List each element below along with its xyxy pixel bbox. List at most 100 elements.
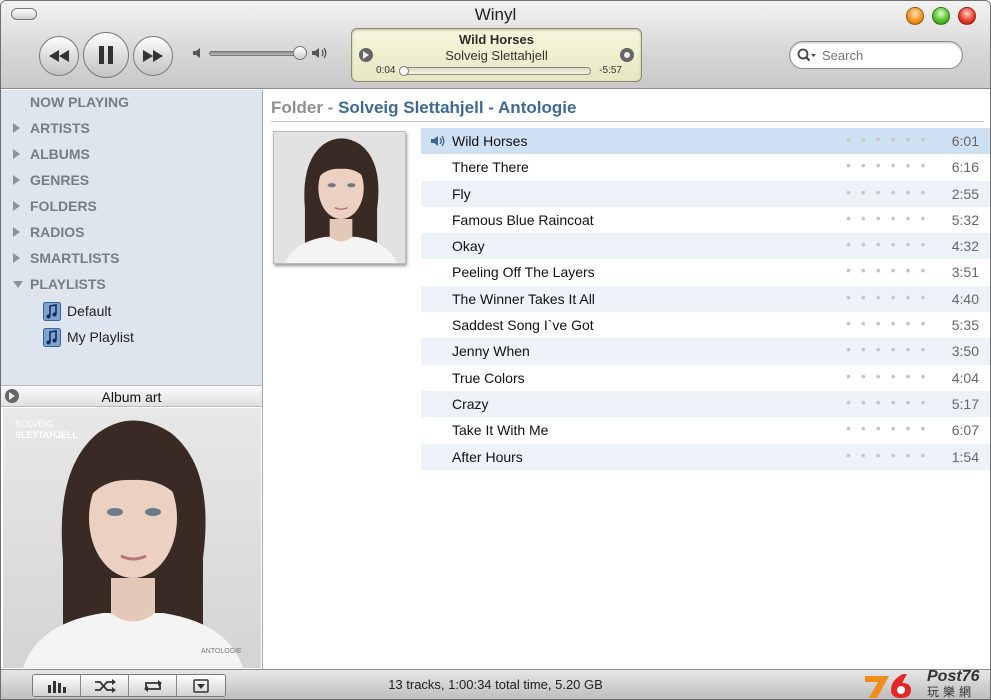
track-duration: 3:51 <box>951 264 979 281</box>
track-rating[interactable]: •••••• <box>846 368 935 384</box>
now-playing-title: Wild Horses <box>458 32 534 47</box>
track-rating[interactable]: •••••• <box>846 184 935 200</box>
sidebar-item-label: NOW PLAYING <box>30 94 130 110</box>
minimize-button[interactable] <box>906 7 924 25</box>
track-duration: 3:50 <box>951 343 979 360</box>
previous-button[interactable] <box>39 36 79 76</box>
search-input[interactable] <box>822 47 952 64</box>
track-duration: 6:16 <box>951 159 979 176</box>
volume-high-icon <box>312 47 327 59</box>
track-list-view: Folder - Solveig Slettahjell - Antologie… <box>264 90 990 669</box>
track-duration: 4:40 <box>951 290 979 307</box>
lcd-left-button[interactable] <box>359 48 373 62</box>
track-row[interactable]: Take It With Me •••••• 6:07 <box>421 417 990 443</box>
divider <box>271 121 984 122</box>
cover-album: ANTOLOGIE <box>201 648 242 655</box>
track-rating[interactable]: •••••• <box>846 236 935 252</box>
previous-icon <box>49 50 69 62</box>
track-row[interactable]: The Winner Takes It All •••••• 4:40 <box>421 285 990 313</box>
track-row[interactable]: Famous Blue Raincoat •••••• 5:32 <box>421 207 990 233</box>
expand-arrow-icon[interactable] <box>13 253 20 263</box>
playlist-label: My Playlist <box>67 329 134 345</box>
expand-arrow-icon[interactable] <box>13 175 20 185</box>
window-title: Winyl <box>474 5 517 24</box>
now-playing-artist: Solveig Slettahjell <box>445 48 548 63</box>
track-rating[interactable]: •••••• <box>846 289 935 305</box>
track-rating[interactable]: •••••• <box>846 131 935 147</box>
pause-button[interactable] <box>83 32 129 78</box>
track-title: True Colors <box>452 369 525 386</box>
seek-bar[interactable] <box>399 66 591 76</box>
track-row[interactable]: Wild Horses •••••• 6:01 <box>421 128 990 155</box>
volume-slider[interactable] <box>209 51 305 56</box>
status-bar: 13 tracks, 1:00:34 total time, 5.20 GB P… <box>1 668 990 699</box>
track-title: There There <box>452 159 529 176</box>
expand-arrow-icon[interactable] <box>13 201 20 211</box>
maximize-button[interactable] <box>932 7 950 25</box>
cover-artist-line1: SOLVEIG <box>15 419 54 429</box>
track-duration: 4:04 <box>951 369 979 386</box>
sidebar-item-folders[interactable]: FOLDERS <box>1 194 263 220</box>
album-thumbnail-image <box>274 132 405 263</box>
track-row[interactable]: Crazy •••••• 5:17 <box>421 390 990 418</box>
playlist-label: Default <box>67 303 112 319</box>
playlist-item-my-playlist[interactable]: My Playlist <box>1 325 263 351</box>
track-rating[interactable]: •••••• <box>846 210 935 226</box>
track-row[interactable]: After Hours •••••• 1:54 <box>421 443 990 470</box>
album-thumbnail[interactable] <box>273 131 406 264</box>
track-title: The Winner Takes It All <box>452 290 595 307</box>
expand-arrow-icon[interactable] <box>13 227 20 237</box>
folder-breadcrumb: Folder - Solveig Slettahjell - Antologie <box>271 98 576 118</box>
next-button[interactable] <box>133 36 173 76</box>
lcd-right-button[interactable] <box>620 48 634 62</box>
track-row[interactable]: Fly •••••• 2:55 <box>421 180 990 207</box>
elapsed-time: 0:04 <box>376 65 396 76</box>
track-rating[interactable]: •••••• <box>846 262 935 278</box>
track-row[interactable]: Saddest Song I`ve Got •••••• 5:35 <box>421 312 990 338</box>
logo-subtext: 玩樂網 <box>927 685 976 699</box>
sidebar-item-genres[interactable]: GENRES <box>1 168 263 194</box>
track-duration: 2:55 <box>951 185 979 202</box>
track-rating[interactable]: •••••• <box>846 157 935 173</box>
expand-arrow-icon[interactable] <box>13 123 20 133</box>
track-row[interactable]: There There •••••• 6:16 <box>421 154 990 180</box>
status-summary: 13 tracks, 1:00:34 total time, 5.20 GB <box>388 677 603 692</box>
track-rating[interactable]: •••••• <box>846 341 935 357</box>
sidebar-item-label: ARTISTS <box>30 120 90 136</box>
track-row[interactable]: Okay •••••• 4:32 <box>421 233 990 260</box>
sidebar-item-albums[interactable]: ALBUMS <box>1 142 263 168</box>
close-button[interactable] <box>958 7 976 25</box>
pause-icon <box>99 46 113 64</box>
expand-arrow-icon[interactable] <box>13 149 20 159</box>
volume-slider-knob[interactable] <box>293 46 307 60</box>
seek-knob[interactable] <box>399 66 410 76</box>
track-duration: 5:32 <box>951 211 979 228</box>
track-rating[interactable]: •••••• <box>846 394 935 410</box>
track-title: After Hours <box>452 448 523 465</box>
track-row[interactable]: Peeling Off The Layers •••••• 3:51 <box>421 259 990 285</box>
track-rating[interactable]: •••••• <box>846 315 935 331</box>
search-box[interactable] <box>789 41 963 69</box>
play-small-icon <box>363 51 369 59</box>
sidebar-item-now-playing[interactable]: NOW PLAYING <box>1 90 263 116</box>
search-icon <box>797 48 816 62</box>
playlist-item-default[interactable]: Default <box>1 299 263 325</box>
sidebar-item-artists[interactable]: ARTISTS <box>1 116 263 142</box>
track-row[interactable]: Jenny When •••••• 3:50 <box>421 338 990 365</box>
sidebar-item-radios[interactable]: RADIOS <box>1 220 263 246</box>
album-art-panel: Album art SOLVEIG SLETTAHJELL ANTOLOGIE <box>1 385 263 669</box>
track-row[interactable]: True Colors •••••• 4:04 <box>421 365 990 391</box>
cover-artist-line2: SLETTAHJELL <box>15 430 78 440</box>
track-title: Jenny When <box>452 343 530 360</box>
track-rating[interactable]: •••••• <box>846 420 935 436</box>
sidebar-item-smartlists[interactable]: SMARTLISTS <box>1 246 263 272</box>
sidebar-item-playlists[interactable]: PLAYLISTS <box>1 272 263 298</box>
volume-low-icon <box>193 48 200 58</box>
track-rating[interactable]: •••••• <box>846 447 935 463</box>
album-art-header[interactable]: Album art <box>1 385 262 407</box>
track-duration: 6:07 <box>951 422 979 439</box>
track-title: Okay <box>452 238 485 255</box>
track-title: Saddest Song I`ve Got <box>452 317 594 334</box>
breadcrumb-path[interactable]: Solveig Slettahjell - Antologie <box>338 98 576 117</box>
collapse-arrow-icon[interactable] <box>13 281 23 288</box>
